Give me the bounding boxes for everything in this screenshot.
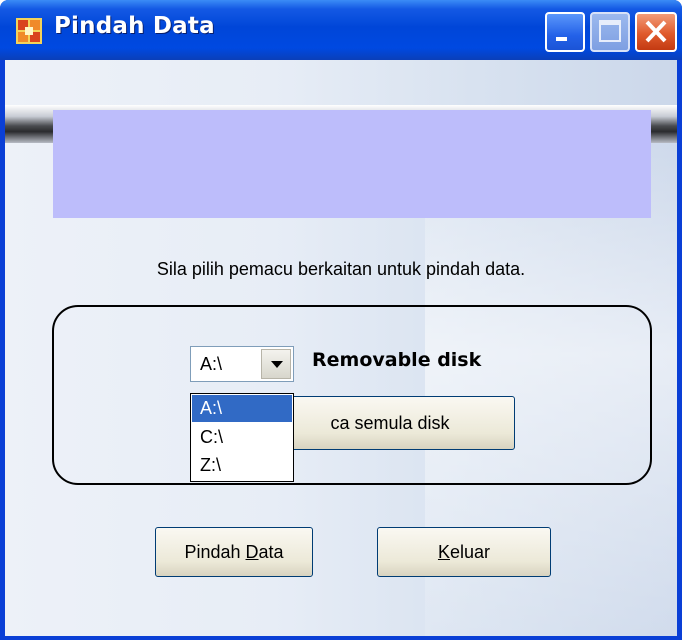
drive-option[interactable]: A:\: [192, 395, 292, 422]
move-data-label-prefix: Pindah: [184, 542, 246, 562]
pindah-data-window: Pindah Data Sila pilih pemacu berkaitan …: [0, 0, 682, 640]
drive-select-dropdown-button[interactable]: [261, 349, 291, 379]
window-title: Pindah Data: [54, 13, 215, 39]
drive-select[interactable]: A:\: [190, 346, 294, 382]
maximize-button[interactable]: [590, 12, 630, 52]
exit-button[interactable]: Keluar: [377, 527, 551, 577]
window-bottom-border: [0, 636, 682, 640]
header-banner: [53, 110, 651, 218]
maximize-icon: [599, 20, 621, 42]
drive-group-box: [52, 305, 652, 485]
move-data-label-suffix: ata: [258, 542, 284, 562]
move-data-mnemonic: D: [245, 542, 259, 562]
drive-option[interactable]: C:\: [192, 424, 292, 451]
dialog-client-area: Sila pilih pemacu berkaitan untuk pindah…: [5, 60, 677, 636]
drive-option[interactable]: Z:\: [192, 452, 292, 479]
title-bar[interactable]: Pindah Data: [0, 0, 682, 60]
close-icon: [645, 20, 667, 43]
minimize-button[interactable]: [545, 12, 585, 52]
chevron-down-icon: [271, 361, 283, 368]
drive-select-value: A:\: [200, 354, 223, 374]
exit-label-suffix: eluar: [449, 542, 491, 562]
drive-type-label: Removable disk: [312, 349, 482, 371]
reread-disk-label: ca semula disk: [330, 413, 450, 433]
exit-mnemonic: K: [437, 542, 450, 562]
reread-disk-button[interactable]: ca semula disk: [265, 396, 515, 450]
move-data-button[interactable]: Pindah Data: [155, 527, 313, 577]
close-button[interactable]: [635, 12, 677, 52]
app-icon: [16, 18, 42, 44]
minimize-icon: [556, 37, 567, 41]
instruction-text: Sila pilih pemacu berkaitan untuk pindah…: [156, 259, 526, 279]
drive-dropdown-list: A:\ C:\ Z:\: [190, 393, 294, 482]
